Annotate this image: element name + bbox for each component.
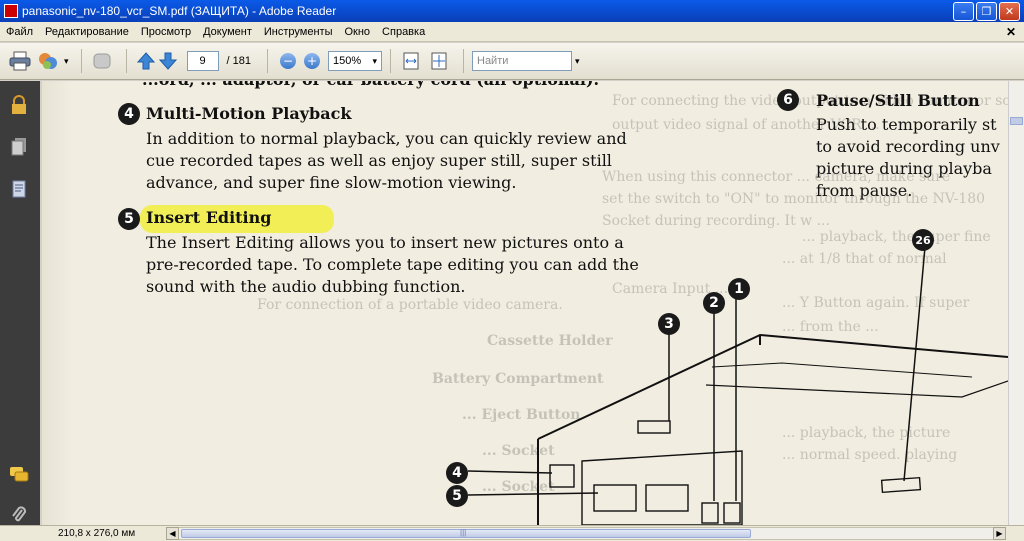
fit-page-icon[interactable] [427, 49, 451, 73]
previous-page-icon[interactable] [135, 50, 157, 72]
scroll-grip-icon: ||| [460, 528, 467, 537]
lock-icon[interactable] [9, 95, 29, 115]
callout-badge: 4 [446, 462, 468, 484]
title-bar: panasonic_nv-180_vcr_SM.pdf (ЗАЩИТА) - A… [0, 0, 1024, 22]
callout-badge: 1 [728, 278, 750, 300]
maximize-button[interactable]: ❐ [976, 1, 997, 21]
callout-badge: 2 [703, 292, 725, 314]
vertical-scrollbar[interactable] [1008, 81, 1024, 525]
menu-document[interactable]: Документ [197, 26, 258, 38]
next-page-icon[interactable] [157, 50, 179, 72]
vertical-scroll-thumb[interactable] [1010, 117, 1023, 125]
menu-window[interactable]: Окно [338, 26, 376, 38]
zoom-out-button[interactable]: − [280, 53, 296, 69]
page-size-label: 210,8 x 276,0 мм [58, 528, 136, 539]
hand-icon[interactable] [90, 49, 114, 73]
search-input[interactable]: Найти [472, 51, 572, 71]
toolbar-divider [267, 49, 268, 73]
attachments-icon[interactable] [9, 179, 29, 199]
toolbar-divider [463, 49, 464, 73]
search-placeholder: Найти [477, 55, 509, 67]
chevron-down-icon[interactable]: ▾ [575, 56, 580, 67]
paperclip-icon[interactable] [9, 505, 29, 525]
page-number-value: 9 [199, 55, 206, 67]
menu-file[interactable]: Файл [0, 26, 39, 38]
menu-bar: Файл Редактирование Просмотр Документ Ин… [0, 22, 1024, 42]
callout-badge: 26 [912, 229, 934, 251]
page-total: / 181 [226, 55, 251, 67]
zoom-in-button[interactable]: + [304, 53, 320, 69]
print-icon[interactable] [8, 49, 32, 73]
menu-tools[interactable]: Инструменты [258, 26, 339, 38]
status-bar: 210,8 x 276,0 мм ◀ ||| ▶ [0, 525, 1024, 541]
callout-badge: 5 [446, 485, 468, 507]
navigation-panel [0, 81, 40, 525]
toolbar-divider [125, 49, 127, 73]
chevron-down-icon: ▾ [372, 55, 377, 66]
share-icon[interactable] [36, 49, 60, 73]
menu-view[interactable]: Просмотр [135, 26, 197, 38]
adobe-reader-icon [4, 4, 18, 18]
chevron-down-icon[interactable]: ▾ [64, 56, 69, 67]
page-number-input[interactable]: 9 [186, 51, 219, 71]
close-button[interactable]: ✕ [999, 1, 1020, 21]
toolbar-divider [390, 49, 391, 73]
vcr-illustration [467, 246, 1008, 525]
minimize-button[interactable]: – [953, 1, 974, 21]
horizontal-scrollbar[interactable]: ◀ ||| ▶ [166, 527, 1006, 540]
horizontal-scroll-thumb[interactable]: ||| [181, 528, 751, 538]
fit-width-icon[interactable] [399, 49, 423, 73]
callout-badge: 3 [658, 313, 680, 335]
menu-edit[interactable]: Редактирование [39, 26, 135, 38]
scroll-left-button[interactable]: ◀ [166, 527, 179, 540]
document-view[interactable]: For connecting the video output to a vid… [42, 81, 1008, 525]
scroll-right-button[interactable]: ▶ [993, 527, 1006, 540]
pages-icon[interactable] [9, 137, 29, 157]
comments-icon[interactable] [9, 465, 29, 485]
toolbar-divider [80, 49, 82, 73]
menu-help[interactable]: Справка [376, 26, 431, 38]
zoom-value: 150% [333, 55, 362, 67]
zoom-select[interactable]: 150% ▾ [328, 51, 382, 71]
toolbar: ▾ 9 / 181 − + 150% ▾ Найти ▾ [0, 43, 1024, 80]
document-close-button[interactable]: ✕ [1006, 25, 1016, 39]
window-title: panasonic_nv-180_vcr_SM.pdf (ЗАЩИТА) - A… [22, 4, 337, 18]
